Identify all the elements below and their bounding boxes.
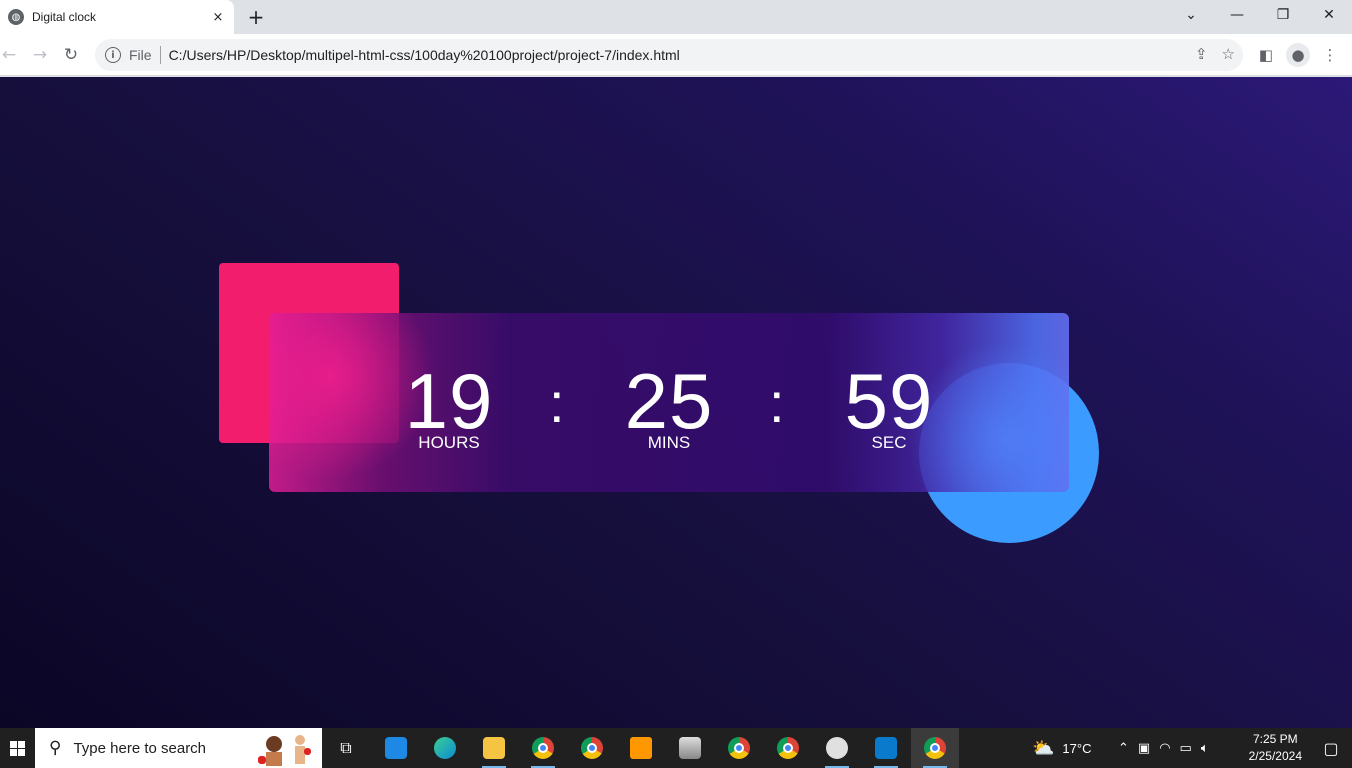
close-window-button[interactable]: ✕: [1306, 0, 1352, 30]
tab-close-icon[interactable]: ×: [208, 7, 228, 27]
wifi-icon[interactable]: ◠: [1159, 741, 1170, 756]
taskbar-sublime[interactable]: [617, 728, 665, 768]
meet-now-icon[interactable]: ▣: [1138, 741, 1150, 756]
chrome-profile-icon: [532, 737, 554, 759]
weather-temperature: 17°C: [1062, 740, 1092, 756]
taskbar-mail[interactable]: [372, 728, 420, 768]
weather-widget[interactable]: ⛅ 17°C: [1032, 728, 1091, 768]
system-clock[interactable]: 7:25 PM 2/25/2024: [1249, 731, 1302, 765]
weather-cloud-icon: ⛅: [1032, 737, 1055, 759]
seconds-value: 59: [844, 357, 934, 445]
clock-glass-card: 19 HOURS : 25 MINS : 59 SEC: [269, 313, 1069, 492]
minutes-unit: 25 MINS: [609, 357, 729, 453]
start-button[interactable]: [0, 728, 34, 768]
task-view-icon: ⧉: [340, 738, 352, 757]
taskbar-edge[interactable]: [421, 728, 469, 768]
file-explorer-icon: [483, 737, 505, 759]
chevron-up-icon[interactable]: ⌃: [1118, 741, 1129, 756]
notification-icon[interactable]: ▢: [1320, 738, 1342, 758]
page-viewport: 19 HOURS : 25 MINS : 59 SEC: [0, 77, 1352, 728]
volume-icon[interactable]: 🔈︎: [1201, 741, 1209, 756]
menu-kebab-icon[interactable]: ⋮: [1318, 43, 1342, 67]
sublime-text-icon: [630, 737, 652, 759]
url-text[interactable]: C:/Users/HP/Desktop/multipel-html-css/10…: [169, 47, 680, 63]
taskbar-chrome-2[interactable]: [715, 728, 763, 768]
chrome-icon: [581, 737, 603, 759]
scheme-label: File: [129, 47, 152, 63]
globe-icon: ◍: [8, 9, 24, 25]
seconds-unit: 59 SEC: [829, 357, 949, 453]
taskbar-chrome-profile[interactable]: [519, 728, 567, 768]
separator: :: [549, 371, 565, 434]
tab-search-icon[interactable]: ⌄: [1168, 0, 1214, 30]
app-icon: [679, 737, 701, 759]
taskbar-vscode[interactable]: [862, 728, 910, 768]
tab-title: Digital clock: [32, 10, 97, 24]
divider: [159, 46, 161, 64]
windows-logo-icon: [9, 740, 25, 756]
hours-unit: 19 HOURS: [389, 357, 509, 453]
windows-taskbar: ⚲ Type here to search ⧉ ⛅ 17°C ⌃ ▣ ◠ ▭ 🔈…: [0, 728, 1352, 768]
system-tray: ⌃ ▣ ◠ ▭ 🔈︎: [1118, 728, 1209, 768]
taskbar-chrome-active[interactable]: [911, 728, 959, 768]
taskbar-paint[interactable]: [813, 728, 861, 768]
restore-button[interactable]: ❐: [1260, 0, 1306, 30]
taskbar-file-explorer[interactable]: [470, 728, 518, 768]
taskbar-chrome[interactable]: [568, 728, 616, 768]
separator: :: [769, 371, 785, 434]
taskbar-search[interactable]: ⚲ Type here to search: [35, 728, 322, 768]
bookmark-star-icon[interactable]: ☆: [1222, 45, 1235, 63]
mail-icon: [385, 737, 407, 759]
taskbar-chrome-3[interactable]: [764, 728, 812, 768]
system-date: 2/25/2024: [1248, 749, 1302, 763]
site-info-icon[interactable]: i: [105, 47, 121, 63]
paint-icon: [826, 737, 848, 759]
address-bar[interactable]: i File C:/Users/HP/Desktop/multipel-html…: [95, 39, 1243, 71]
minimize-button[interactable]: —: [1214, 0, 1260, 30]
share-icon[interactable]: ⇪: [1195, 45, 1208, 63]
battery-icon[interactable]: ▭: [1180, 741, 1192, 756]
system-time: 7:25 PM: [1252, 732, 1298, 746]
browser-toolbar: ← → ↻ i File C:/Users/HP/Desktop/multipe…: [0, 34, 1352, 76]
chrome-icon: [728, 737, 750, 759]
taskbar-app[interactable]: [666, 728, 714, 768]
search-icon: ⚲: [49, 738, 62, 758]
forward-arrow-icon[interactable]: →: [27, 42, 53, 68]
vscode-icon: [875, 737, 897, 759]
digital-clock: 19 HOURS : 25 MINS : 59 SEC: [269, 313, 1069, 492]
reload-icon[interactable]: ↻: [58, 42, 84, 68]
back-arrow-icon[interactable]: ←: [0, 42, 22, 68]
minutes-value: 25: [624, 357, 714, 445]
profile-avatar-icon[interactable]: ●: [1286, 43, 1310, 67]
search-highlight-illustration: [258, 735, 311, 766]
chrome-icon: [924, 737, 946, 759]
search-placeholder: Type here to search: [73, 739, 207, 757]
edge-icon: [434, 737, 456, 759]
chrome-icon: [777, 737, 799, 759]
tab-strip: ◍ Digital clock × + ⌄ — ❐ ✕: [0, 0, 1352, 34]
hours-value: 19: [404, 357, 494, 445]
task-view-button[interactable]: ⧉: [322, 728, 370, 768]
new-tab-button[interactable]: +: [244, 5, 268, 29]
browser-tab[interactable]: ◍ Digital clock ×: [0, 0, 234, 34]
side-panel-icon[interactable]: ◧: [1254, 43, 1278, 67]
